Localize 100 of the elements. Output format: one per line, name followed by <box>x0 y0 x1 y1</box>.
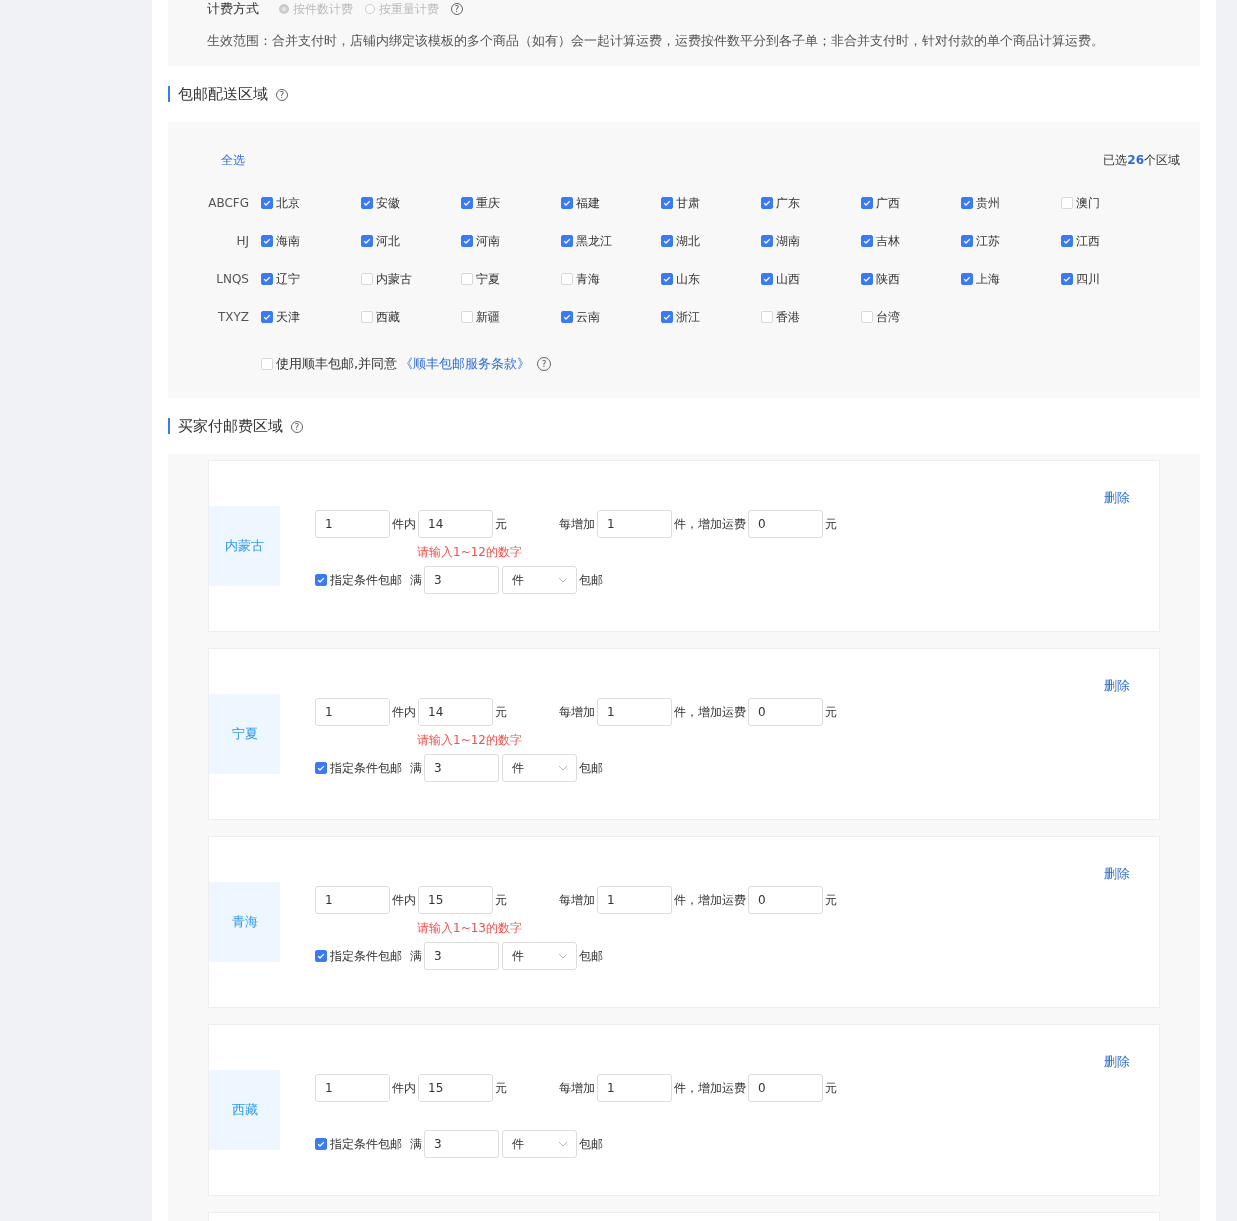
checkbox[interactable] <box>861 273 873 285</box>
region-label[interactable]: 河南 <box>476 232 500 250</box>
region-label[interactable]: 陕西 <box>876 270 900 288</box>
input-field[interactable]: 1 <box>597 698 672 726</box>
region-label[interactable]: 安徽 <box>376 194 400 212</box>
input-field[interactable]: 1 <box>315 698 390 726</box>
region-label[interactable]: 上海 <box>976 270 1000 288</box>
checkbox[interactable] <box>461 197 473 209</box>
input-field[interactable]: 1 <box>597 886 672 914</box>
unit-select[interactable]: 件 <box>502 754 577 782</box>
checkbox[interactable] <box>861 235 873 247</box>
input-field[interactable]: 15 <box>418 1074 493 1102</box>
input-field[interactable]: 15 <box>418 886 493 914</box>
checkbox[interactable] <box>261 273 273 285</box>
checkbox[interactable] <box>561 197 573 209</box>
input-field[interactable]: 14 <box>418 510 493 538</box>
checkbox[interactable] <box>315 950 327 962</box>
delete-link[interactable]: 删除 <box>1104 677 1130 695</box>
region-label[interactable]: 重庆 <box>476 194 500 212</box>
select-all-link[interactable]: 全选 <box>221 151 245 169</box>
region-label[interactable]: 云南 <box>576 308 600 326</box>
checkbox[interactable] <box>761 273 773 285</box>
input-field[interactable]: 3 <box>424 942 499 970</box>
input-field[interactable]: 1 <box>315 510 390 538</box>
input-field[interactable]: 0 <box>748 1074 823 1102</box>
checkbox[interactable] <box>315 574 327 586</box>
unit-select[interactable]: 件 <box>502 566 577 594</box>
checkbox[interactable] <box>315 762 327 774</box>
unit-select[interactable]: 件 <box>502 942 577 970</box>
input-field[interactable]: 3 <box>424 1130 499 1158</box>
input-field[interactable]: 14 <box>418 698 493 726</box>
delete-link[interactable]: 删除 <box>1104 1053 1130 1071</box>
checkbox-label[interactable]: 指定条件包邮 <box>330 947 402 965</box>
checkbox[interactable] <box>261 197 273 209</box>
checkbox[interactable] <box>761 235 773 247</box>
region-label[interactable]: 江西 <box>1076 232 1100 250</box>
input-field[interactable]: 1 <box>597 1074 672 1102</box>
checkbox[interactable] <box>1061 273 1073 285</box>
input-field[interactable]: 1 <box>315 1074 390 1102</box>
input-field[interactable]: 1 <box>315 886 390 914</box>
region-label[interactable]: 山西 <box>776 270 800 288</box>
checkbox[interactable] <box>661 235 673 247</box>
checkbox[interactable] <box>661 273 673 285</box>
region-label[interactable]: 湖南 <box>776 232 800 250</box>
checkbox[interactable] <box>261 311 273 323</box>
checkbox-label[interactable]: 指定条件包邮 <box>330 571 402 589</box>
region-label[interactable]: 甘肃 <box>676 194 700 212</box>
checkbox[interactable] <box>361 197 373 209</box>
region-label[interactable]: 台湾 <box>876 308 900 326</box>
terms-link[interactable]: 《顺丰包邮服务条款》 <box>400 355 531 373</box>
section-title: 买家付邮费区域 <box>168 418 283 434</box>
checkbox-label[interactable]: 指定条件包邮 <box>330 1135 402 1153</box>
region-label[interactable]: 四川 <box>1076 270 1100 288</box>
region-label[interactable]: 浙江 <box>676 308 700 326</box>
region-label[interactable]: 内蒙古 <box>376 270 412 288</box>
checkbox-label[interactable]: 指定条件包邮 <box>330 759 402 777</box>
input-field[interactable]: 0 <box>748 886 823 914</box>
checkbox[interactable] <box>761 197 773 209</box>
checkbox[interactable] <box>561 235 573 247</box>
region-label[interactable]: 香港 <box>776 308 800 326</box>
checkbox[interactable] <box>661 197 673 209</box>
region-label[interactable]: 新疆 <box>476 308 500 326</box>
checkbox[interactable] <box>361 235 373 247</box>
region-label[interactable]: 海南 <box>276 232 300 250</box>
region-label[interactable]: 贵州 <box>976 194 1000 212</box>
input-field[interactable]: 0 <box>748 698 823 726</box>
region-label[interactable]: 宁夏 <box>476 270 500 288</box>
region-label[interactable]: 北京 <box>276 194 300 212</box>
region-label[interactable]: 青海 <box>576 270 600 288</box>
input-field[interactable]: 3 <box>424 566 499 594</box>
region-label[interactable]: 福建 <box>576 194 600 212</box>
region-label[interactable]: 澳门 <box>1076 194 1100 212</box>
region-label[interactable]: 河北 <box>376 232 400 250</box>
region-label[interactable]: 西藏 <box>376 308 400 326</box>
checkbox[interactable] <box>315 1138 327 1150</box>
checkbox[interactable] <box>861 197 873 209</box>
region-label[interactable]: 广西 <box>876 194 900 212</box>
checkbox[interactable] <box>961 273 973 285</box>
input-field[interactable]: 3 <box>424 754 499 782</box>
delete-link[interactable]: 删除 <box>1104 865 1130 883</box>
region-label[interactable]: 广东 <box>776 194 800 212</box>
checkbox[interactable] <box>561 311 573 323</box>
region-label[interactable]: 天津 <box>276 308 300 326</box>
checkbox[interactable] <box>461 235 473 247</box>
unit-label: 件内 <box>392 515 416 533</box>
region-label[interactable]: 黑龙江 <box>576 232 612 250</box>
unit-select[interactable]: 件 <box>502 1130 577 1158</box>
checkbox[interactable] <box>961 235 973 247</box>
region-label[interactable]: 湖北 <box>676 232 700 250</box>
delete-link[interactable]: 删除 <box>1104 489 1130 507</box>
checkbox[interactable] <box>261 235 273 247</box>
input-field[interactable]: 0 <box>748 510 823 538</box>
region-label[interactable]: 吉林 <box>876 232 900 250</box>
region-label[interactable]: 江苏 <box>976 232 1000 250</box>
checkbox[interactable] <box>1061 235 1073 247</box>
input-field[interactable]: 1 <box>597 510 672 538</box>
checkbox[interactable] <box>961 197 973 209</box>
region-label[interactable]: 山东 <box>676 270 700 288</box>
checkbox[interactable] <box>661 311 673 323</box>
region-label[interactable]: 辽宁 <box>276 270 300 288</box>
